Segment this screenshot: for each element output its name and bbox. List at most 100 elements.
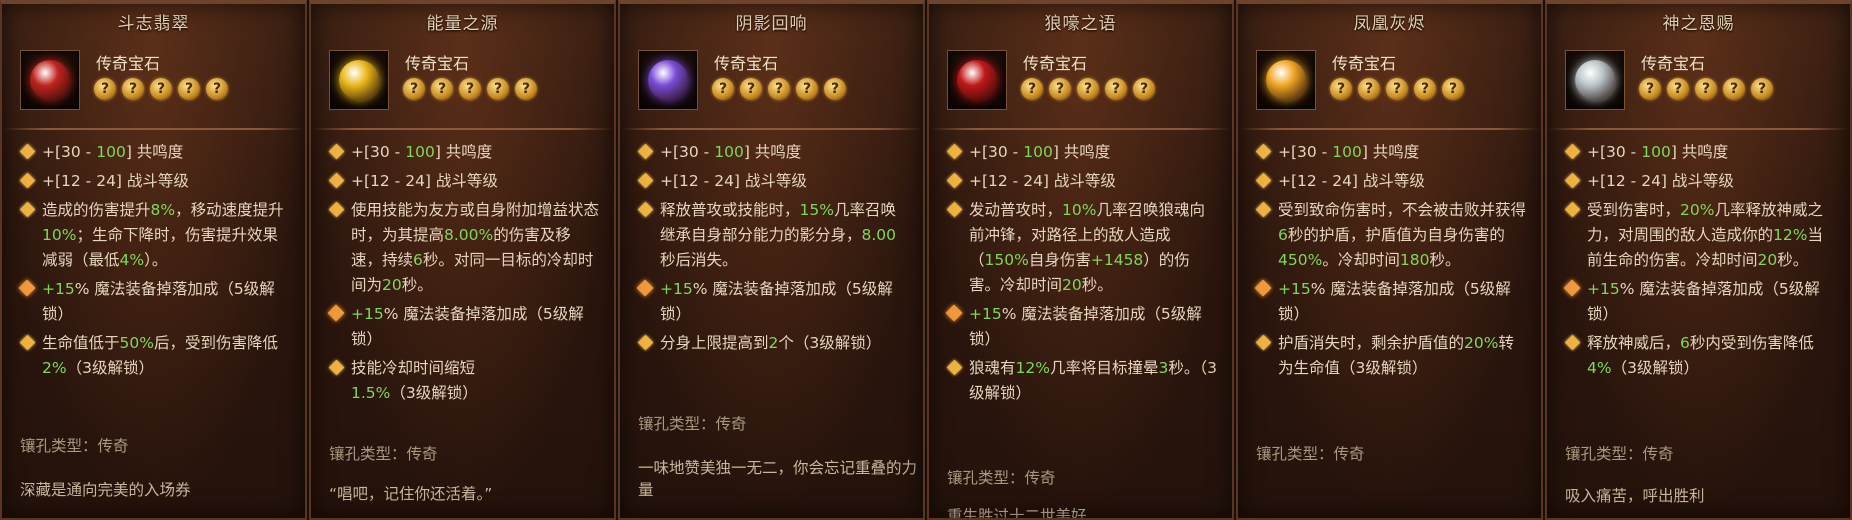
affix-text: 生命值低于50%后，受到伤害降低2%（3级解锁）: [42, 334, 278, 377]
question-mark-star-icon: ?: [150, 78, 172, 100]
question-mark-star-icon: ?: [1751, 78, 1773, 100]
affix-text: 护盾消失时，剩余护盾值的20%转为生命值（3级解锁）: [1278, 334, 1514, 377]
affix-text: +15% 魔法装备掉落加成（5级解锁）: [351, 305, 584, 348]
question-mark-star-icon: ?: [1049, 78, 1071, 100]
flavor-text: “唱吧，记住你还活着。”: [329, 485, 493, 503]
affix-text: +[30 - 100] 共鸣度: [351, 143, 493, 161]
gem-title: 狼嚎之语: [1044, 14, 1117, 34]
affix-list: +[30 - 100] 共鸣度 +[12 - 24] 战斗等级使用技能为友方或自身…: [311, 136, 614, 406]
flavor-text: 深藏是通向完美的入场券: [20, 481, 191, 499]
affix-text: 技能冷却时间缩短1.5%（3级解锁）: [351, 359, 478, 402]
question-mark-star-icon: ?: [1386, 78, 1408, 100]
gem-tooltip-card: 凤凰灰烬传奇宝石????? +[30 - 100] 共鸣度 +[12 - 24] 战…: [1236, 0, 1543, 520]
affix-text: 释放神威后，6秒内受到伤害降低4%（3级解锁）: [1587, 334, 1814, 377]
gem-icon-frame[interactable]: [1565, 50, 1625, 110]
gem-header: 传奇宝石?????: [311, 44, 614, 136]
affix-line: +[30 - 100] 共鸣度: [1564, 140, 1836, 165]
affix-line: 发动普攻时，10%几率召唤狼魂向前冲锋，对路径上的敌人造成（150%自身伤害+1…: [946, 198, 1218, 298]
question-mark-star-icon: ?: [1077, 78, 1099, 100]
gem-icon: [648, 60, 688, 100]
affix-list: +[30 - 100] 共鸣度 +[12 - 24] 战斗等级 造成的伤害提升8%，…: [2, 136, 305, 381]
diamond-bullet-icon: [19, 201, 36, 218]
socket-type-label: 镶孔类型：传奇: [1565, 445, 1674, 463]
gem-tooltip-card: 能量之源传奇宝石????? +[30 - 100] 共鸣度 +[12 - 24] 战…: [309, 0, 616, 520]
affix-text: +[12 - 24] 战斗等级: [351, 172, 498, 190]
locked-affix: +15% 魔法装备掉落加成（5级解锁）: [18, 277, 291, 327]
rarity-label: 传奇宝石: [1641, 54, 1706, 73]
affix-text: +[30 - 100] 共鸣度: [1278, 143, 1420, 161]
diamond-bullet-icon: [1255, 334, 1272, 351]
divider: [620, 128, 923, 130]
gem-title: 斗志翡翠: [117, 14, 190, 34]
affix-line: 释放神威后，6秒内受到伤害降低4%（3级解锁）: [1564, 331, 1836, 381]
gem-icon: [957, 60, 997, 100]
affix-text: +15% 魔法装备掉落加成（5级解锁）: [1587, 280, 1820, 323]
affix-list: +[30 - 100] 共鸣度 +[12 - 24] 战斗等级 受到伤害时，20%几…: [1547, 136, 1850, 381]
affix-text: +[12 - 24] 战斗等级: [969, 172, 1116, 190]
question-mark-star-icon: ?: [487, 78, 509, 100]
socket-type-label: 镶孔类型：传奇: [329, 445, 438, 463]
gem-header: 传奇宝石?????: [929, 44, 1232, 136]
unknown-quality-stars: ?????: [1330, 78, 1464, 100]
affix-text: 释放普攻或技能时，15%几率召唤继承自身部分能力的影分身，8.00秒后消失。: [660, 201, 897, 269]
gem-title: 能量之源: [426, 14, 499, 34]
gem-icon-frame[interactable]: [20, 50, 80, 110]
flavor-text: 吸入痛苦，呼出胜利: [1565, 487, 1705, 505]
socket-type-label: 镶孔类型：传奇: [20, 437, 129, 455]
diamond-bullet-icon: [637, 334, 654, 351]
affix-text: +[30 - 100] 共鸣度: [42, 143, 184, 161]
rarity-label: 传奇宝石: [1023, 54, 1088, 73]
question-mark-star-icon: ?: [1695, 78, 1717, 100]
diamond-bullet-icon: [946, 172, 963, 189]
affix-text: 受到致命伤害时，不会被击败并获得6秒的护盾，护盾值为自身伤害的450%。冷却时间…: [1278, 201, 1527, 269]
gem-icon-frame[interactable]: [1256, 50, 1316, 110]
gem-header: 传奇宝石?????: [1238, 44, 1541, 136]
diamond-bullet-icon: [19, 172, 36, 189]
question-mark-star-icon: ?: [712, 78, 734, 100]
affix-line: +[12 - 24] 战斗等级: [637, 169, 909, 194]
diamond-bullet-icon: [1564, 201, 1581, 218]
affix-text: +15% 魔法装备掉落加成（5级解锁）: [969, 305, 1202, 348]
diamond-bullet-icon: [19, 334, 36, 351]
affix-line: 使用技能为友方或自身附加增益状态时，为其提高8.00%的伤害及移速，持续6秒。对…: [328, 198, 600, 298]
divider: [1547, 128, 1850, 130]
affix-list: +[30 - 100] 共鸣度 +[12 - 24] 战斗等级受到致命伤害时，不会…: [1238, 136, 1541, 381]
question-mark-star-icon: ?: [1358, 78, 1380, 100]
gem-header: 传奇宝石?????: [1547, 44, 1850, 136]
socket-type-label: 镶孔类型：传奇: [1256, 445, 1365, 463]
affix-line: 护盾消失时，剩余护盾值的20%转为生命值（3级解锁）: [1255, 331, 1527, 381]
flavor-text: 一味地赞美独一无二，你会忘记重叠的力量: [638, 459, 918, 499]
diamond-bullet-icon: [637, 201, 654, 218]
question-mark-star-icon: ?: [206, 78, 228, 100]
affix-text: +[12 - 24] 战斗等级: [1278, 172, 1425, 190]
gem-icon-frame[interactable]: [638, 50, 698, 110]
gem-icon-frame[interactable]: [329, 50, 389, 110]
gem-title: 凤凰灰烬: [1353, 14, 1426, 34]
affix-text: +[12 - 24] 战斗等级: [660, 172, 807, 190]
spark-bullet-icon: [636, 279, 654, 297]
affix-text: +15% 魔法装备掉落加成（5级解锁）: [660, 280, 893, 323]
diamond-bullet-icon: [1255, 201, 1272, 218]
unknown-quality-stars: ?????: [712, 78, 846, 100]
affix-list: +[30 - 100] 共鸣度 +[12 - 24] 战斗等级 释放普攻或技能时，1…: [620, 136, 923, 356]
question-mark-star-icon: ?: [740, 78, 762, 100]
rarity-label: 传奇宝石: [714, 54, 779, 73]
question-mark-star-icon: ?: [1330, 78, 1352, 100]
locked-affix: +15% 魔法装备掉落加成（5级解锁）: [945, 302, 1218, 352]
affix-line: 受到致命伤害时，不会被击败并获得6秒的护盾，护盾值为自身伤害的450%。冷却时间…: [1255, 198, 1527, 273]
affix-line: +[12 - 24] 战斗等级: [1564, 169, 1836, 194]
gem-icon-frame[interactable]: [947, 50, 1007, 110]
socket-type-label: 镶孔类型：传奇: [947, 469, 1056, 487]
question-mark-star-icon: ?: [178, 78, 200, 100]
question-mark-star-icon: ?: [403, 78, 425, 100]
tooltip-row: 斗志翡翠 传奇宝石????? +[30 - 100] 共鸣度 +[12 - 24] 战…: [0, 0, 1852, 520]
question-mark-star-icon: ?: [1021, 78, 1043, 100]
affix-line: +[30 - 100] 共鸣度: [946, 140, 1218, 165]
question-mark-star-icon: ?: [1105, 78, 1127, 100]
question-mark-star-icon: ?: [1133, 78, 1155, 100]
spark-bullet-icon: [18, 279, 36, 297]
gem-icon: [339, 60, 379, 100]
question-mark-star-icon: ?: [431, 78, 453, 100]
spark-bullet-icon: [1254, 279, 1272, 297]
gem-tooltip-card: 斗志翡翠 传奇宝石????? +[30 - 100] 共鸣度 +[12 - 24] 战…: [0, 0, 307, 520]
